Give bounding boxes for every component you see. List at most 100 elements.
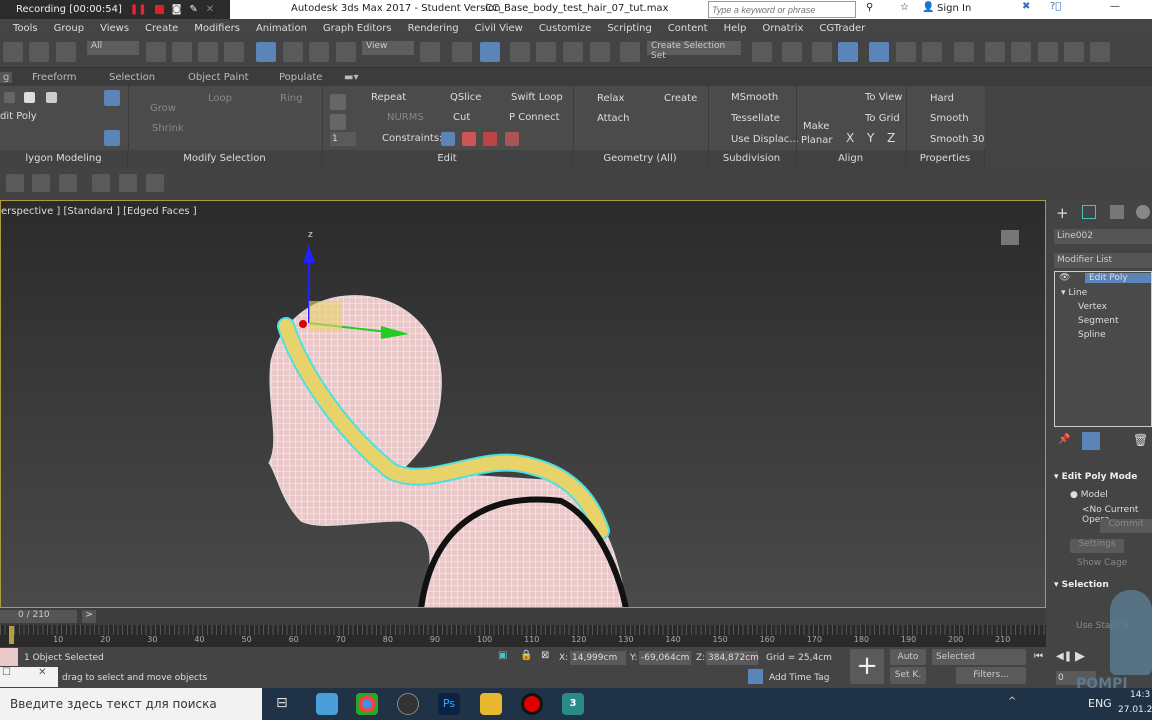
panel-properties[interactable]: Properties — [906, 150, 985, 168]
percent-snap-icon[interactable] — [563, 42, 583, 62]
play-icon[interactable]: ▶ — [1075, 649, 1085, 664]
ribbon-options-icon[interactable]: ▬▾ — [344, 72, 358, 83]
clock-date[interactable]: 27.01.2 — [1118, 705, 1152, 715]
hierarchy-tab-icon[interactable] — [1110, 205, 1124, 219]
set-key-big-button[interactable]: + — [850, 649, 884, 684]
go-to-start-icon[interactable]: ⏮ — [1034, 651, 1043, 662]
select-object-icon[interactable] — [146, 42, 166, 62]
menu-rendering[interactable]: Rendering — [400, 23, 467, 34]
ring-button[interactable]: Ring — [280, 93, 302, 104]
sign-in-link[interactable]: Sign In — [937, 3, 971, 14]
render-iterative-icon[interactable] — [1064, 42, 1084, 62]
pin-stack-icon[interactable]: 📌 — [1058, 434, 1070, 445]
constraint-none-icon[interactable] — [441, 132, 455, 146]
menu-content[interactable]: Content — [660, 23, 716, 34]
perspective-viewport[interactable]: erspective ] [Standard ] [Edged Faces ] … — [0, 200, 1046, 608]
polygon-icon[interactable] — [24, 92, 35, 103]
use-displacement-button[interactable]: Use Displac... — [731, 134, 799, 145]
panel-polygon-modeling[interactable]: lygon Modeling — [0, 150, 128, 168]
app-icon[interactable] — [397, 693, 419, 715]
track-bar[interactable]: 10 20 30 40 50 60 70 80 90 100 110 120 130 140 150 160 1… — [0, 625, 1046, 647]
key-filter-dropdown[interactable]: Selected — [932, 649, 1026, 665]
select-scale-icon[interactable] — [309, 42, 329, 62]
snaps-toggle-icon[interactable] — [510, 42, 530, 62]
create-button[interactable]: Create — [664, 93, 697, 104]
magic-wand-icon[interactable] — [59, 174, 77, 192]
next-frame-arrow[interactable]: > — [82, 610, 96, 623]
set-key-button[interactable]: Set K. — [890, 667, 926, 684]
msmooth-button[interactable]: MSmooth — [731, 92, 778, 103]
make-planar-button[interactable]: Make — [803, 121, 829, 132]
menu-modifiers[interactable]: Modifiers — [186, 23, 248, 34]
qslice-button[interactable]: QSlice — [450, 92, 481, 103]
filters-button[interactable]: Filters... — [956, 667, 1026, 684]
keyframe-icon[interactable] — [92, 174, 110, 192]
current-frame-marker[interactable] — [9, 626, 14, 644]
loop-button[interactable]: Loop — [208, 93, 232, 104]
render-setup-icon[interactable] — [985, 42, 1005, 62]
menu-group[interactable]: Group — [46, 23, 92, 34]
attach-button[interactable]: Attach — [597, 113, 629, 124]
exchange-icon[interactable]: ✖ — [1022, 1, 1030, 12]
lock-icon[interactable]: 🔒 — [520, 650, 532, 661]
smooth-button[interactable]: Smooth — [930, 113, 969, 124]
taskbar-search-box[interactable]: Введите здесь текст для поиска — [0, 688, 262, 720]
angle-snap-icon[interactable] — [536, 42, 556, 62]
constraint-face-icon[interactable] — [483, 132, 497, 146]
preserve-uvs-icon[interactable] — [330, 94, 346, 110]
panel-modify-selection[interactable]: Modify Selection — [128, 150, 322, 168]
link-icon[interactable] — [3, 42, 23, 62]
clock-time[interactable]: 14:3 — [1130, 690, 1150, 700]
schematic-view-icon[interactable] — [922, 42, 942, 62]
camera-icon[interactable]: ◙ — [172, 4, 182, 15]
tab-freeform[interactable]: Freeform — [32, 72, 77, 83]
menu-animation[interactable]: Animation — [248, 23, 315, 34]
menu-scripting[interactable]: Scripting — [599, 23, 659, 34]
bind-space-warp-icon[interactable] — [56, 42, 76, 62]
close-icon[interactable]: ✕ — [206, 4, 214, 15]
star-icon[interactable]: ☆ — [900, 2, 909, 13]
tweak-icon[interactable] — [330, 114, 346, 130]
subobject-icon[interactable] — [4, 92, 15, 103]
modify-tab-icon[interactable] — [1082, 205, 1096, 219]
create-tab-icon[interactable]: + — [1056, 204, 1069, 222]
reference-coordinate-dropdown[interactable]: View — [362, 41, 414, 55]
select-rotate-icon[interactable] — [283, 42, 303, 62]
remove-modifier-icon[interactable]: 🗑 — [1133, 433, 1148, 447]
maximize-icon[interactable]: ☐ — [2, 667, 11, 678]
commit-button[interactable]: Commit — [1100, 519, 1152, 533]
named-selection-set-dropdown[interactable]: Create Selection Set — [647, 41, 741, 61]
show-cage-checkbox[interactable]: Show Cage — [1077, 558, 1127, 568]
menu-create[interactable]: Create — [137, 23, 186, 34]
pivot-center-icon[interactable] — [420, 42, 440, 62]
element-icon[interactable] — [46, 92, 57, 103]
time-slider-track[interactable]: 0 / 210 > — [0, 608, 1046, 625]
chrome-icon[interactable] — [356, 693, 378, 715]
time-tag-icon[interactable] — [748, 669, 763, 684]
menu-ornatrix[interactable]: Ornatrix — [754, 23, 811, 34]
stop-icon[interactable] — [154, 5, 164, 14]
render-production-icon[interactable] — [1038, 42, 1058, 62]
file-explorer-icon[interactable] — [480, 693, 502, 715]
to-grid-button[interactable]: To Grid — [865, 113, 900, 124]
settings-button[interactable]: Settings — [1070, 539, 1124, 553]
add-time-tag-button[interactable]: Add Time Tag — [769, 673, 829, 683]
absolute-mode-icon[interactable]: ⊠ — [541, 650, 549, 661]
menu-cgtrader[interactable]: CGTrader — [811, 23, 873, 34]
task-view-icon[interactable]: ⊟ — [276, 695, 288, 711]
show-end-result-icon[interactable] — [1082, 432, 1100, 450]
select-manipulate-icon[interactable] — [452, 42, 472, 62]
maxscript-listener[interactable] — [0, 648, 18, 666]
make-planar-label[interactable]: Planar — [801, 135, 833, 146]
time-slider[interactable]: 0 / 210 — [0, 610, 77, 623]
model-radio[interactable]: ● Model — [1070, 490, 1108, 500]
menu-tools[interactable]: Tools — [0, 23, 46, 34]
align-z-button[interactable]: Z — [887, 131, 895, 145]
align-icon[interactable] — [782, 42, 802, 62]
x-coordinate-input[interactable]: 14,999cm — [570, 651, 626, 665]
pen-icon[interactable]: ✎ — [189, 4, 197, 15]
nurms-button[interactable]: NURMS — [387, 112, 424, 123]
constraint-normal-icon[interactable] — [505, 132, 519, 146]
rectangular-selection-icon[interactable] — [198, 42, 218, 62]
minimize-button[interactable]: — — [1110, 1, 1120, 12]
